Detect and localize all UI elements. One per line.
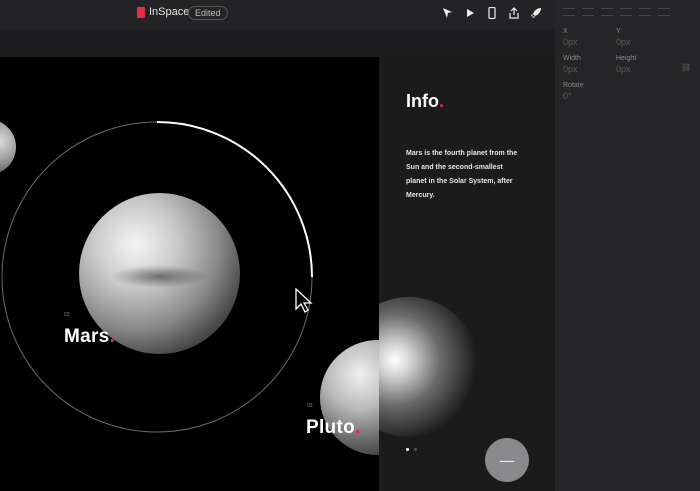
align-bottom-icon[interactable] <box>658 8 670 16</box>
height-label: Height <box>616 55 637 62</box>
planet-index: 02 <box>64 312 70 318</box>
play-icon[interactable] <box>463 6 477 20</box>
document-title[interactable]: InSpace <box>149 6 189 18</box>
align-top-icon[interactable] <box>620 8 632 16</box>
height-field[interactable]: 0px <box>616 64 631 74</box>
inspector-panel: X 0px Y 0px Width 0px Height 0px Rotate … <box>555 0 700 491</box>
align-right-icon[interactable] <box>601 8 613 16</box>
collapse-button[interactable]: — <box>485 438 529 482</box>
align-center-icon[interactable] <box>582 8 594 16</box>
planet-index: 03 <box>307 403 313 409</box>
edited-badge: Edited <box>188 6 228 20</box>
width-field[interactable]: 0px <box>563 64 578 74</box>
minus-icon: — <box>499 450 515 470</box>
title-bar: InSpace Edited <box>0 0 559 30</box>
phone-preview-icon[interactable] <box>485 6 499 20</box>
lock-ratio-icon[interactable]: ⛓ <box>681 63 691 72</box>
rocket-icon[interactable] <box>529 6 543 20</box>
rotate-field[interactable]: 0° <box>563 91 572 101</box>
select-tool-icon[interactable] <box>441 6 455 20</box>
planet-glow <box>379 297 479 437</box>
document-icon <box>137 7 145 18</box>
x-field[interactable]: 0px <box>563 37 578 47</box>
planet-name-mars: Mars. <box>64 326 116 347</box>
share-icon[interactable] <box>507 6 521 20</box>
planet-name-pluto: Pluto. <box>306 417 361 438</box>
y-label: Y <box>616 28 621 35</box>
align-toolbar <box>563 8 670 16</box>
artboard-info[interactable]: Info. Mars is the fourth planet from the… <box>379 57 555 491</box>
info-description: Mars is the fourth planet from the Sun a… <box>406 150 518 199</box>
toolbar <box>441 6 565 20</box>
y-field[interactable]: 0px <box>616 37 631 47</box>
rotate-label: Rotate <box>563 82 584 89</box>
mouse-cursor-icon <box>295 288 313 313</box>
page-indicator[interactable] <box>406 448 417 451</box>
x-label: X <box>563 28 568 35</box>
page-dot[interactable] <box>414 448 417 451</box>
width-label: Width <box>563 55 581 62</box>
align-middle-icon[interactable] <box>639 8 651 16</box>
info-title: Info. <box>406 91 445 111</box>
align-left-icon[interactable] <box>563 8 575 16</box>
page-dot[interactable] <box>406 448 409 451</box>
artboard-planets[interactable]: 02 Mars. 03 Pluto. <box>0 57 379 491</box>
